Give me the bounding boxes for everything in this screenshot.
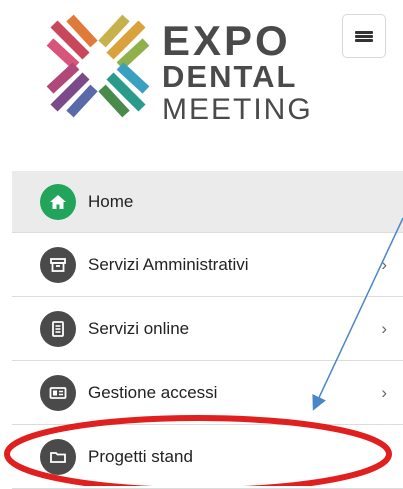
logo-text-expo: EXPO (162, 17, 291, 64)
menu-toggle-button[interactable] (342, 14, 386, 58)
chevron-right-icon: › (381, 318, 387, 338)
id-card-icon (40, 374, 76, 411)
chevron-right-icon: › (381, 382, 387, 402)
menu-item-label: Progetti stand (88, 446, 193, 466)
document-icon (40, 310, 76, 347)
folder-icon (40, 438, 76, 475)
menu-item-home[interactable]: Home (12, 171, 403, 233)
archive-box-icon (40, 246, 76, 283)
chevron-right-icon: › (381, 254, 387, 274)
menu-item-servizi-amministrativi[interactable]: Servizi Amministrativi › (12, 233, 403, 297)
menu-item-label: Servizi online (88, 318, 190, 338)
main-menu: Home Servizi Amministrativi › Servizi on… (12, 171, 403, 489)
logo-mark-icon (46, 14, 150, 118)
hamburger-menu-icon (355, 29, 373, 43)
menu-item-progetti-stand[interactable]: Progetti stand (12, 425, 403, 489)
expo-dental-meeting-logo[interactable]: EXPO DENTAL MEETING (46, 14, 311, 125)
menu-item-label: Servizi Amministrativi (88, 254, 249, 274)
logo-text-meeting: MEETING (162, 93, 313, 126)
home-icon (40, 183, 76, 220)
menu-item-gestione-accessi[interactable]: Gestione accessi › (12, 361, 403, 425)
menu-item-label: Gestione accessi (88, 382, 218, 402)
menu-item-label: Home (88, 191, 134, 211)
logo-text-dental: DENTAL (162, 59, 298, 94)
menu-item-servizi-online[interactable]: Servizi online › (12, 297, 403, 361)
